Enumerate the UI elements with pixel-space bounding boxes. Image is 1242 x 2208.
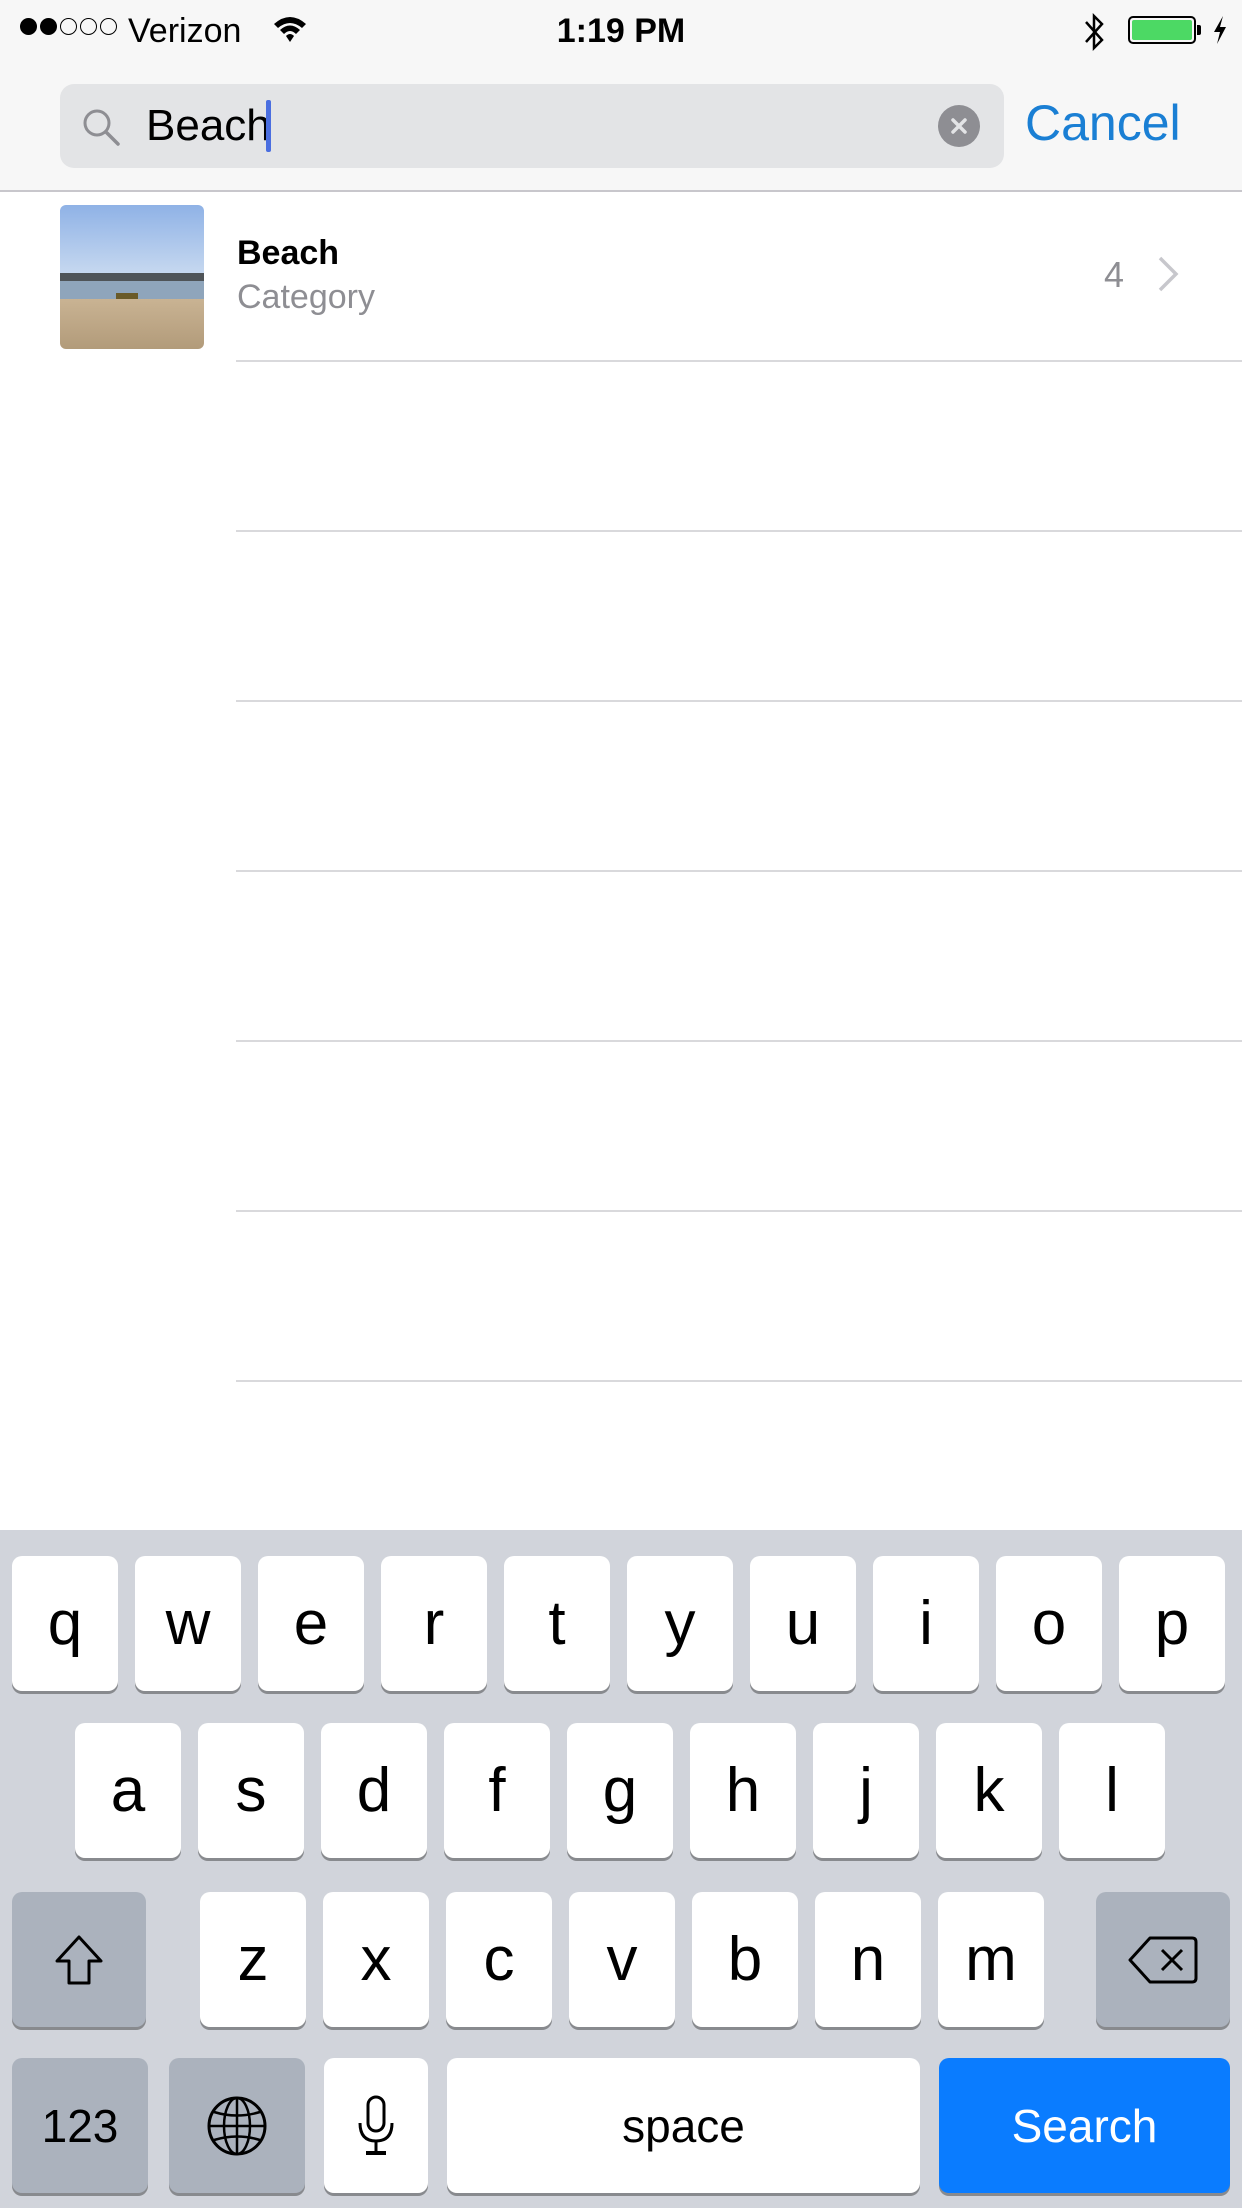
result-subtitle: Category (237, 278, 375, 316)
dictation-key[interactable] (324, 2058, 428, 2193)
empty-row (0, 362, 1242, 532)
numbers-key[interactable]: 123 (12, 2058, 148, 2193)
search-input[interactable] (146, 98, 721, 154)
beach-photo-thumbnail (60, 205, 204, 349)
search-results-list: Beach Category 4 (0, 192, 1242, 1382)
key-w[interactable]: w (135, 1556, 241, 1691)
key-f[interactable]: f (444, 1723, 550, 1858)
shift-key[interactable] (12, 1892, 146, 2027)
keyboard: 123 space Search qwertyuiop asdfghjkl zxcv… (0, 1530, 1242, 2208)
search-icon (83, 109, 120, 146)
key-b[interactable]: b (692, 1892, 798, 2027)
key-o[interactable]: o (996, 1556, 1102, 1691)
key-r[interactable]: r (381, 1556, 487, 1691)
space-key[interactable]: space (447, 2058, 920, 2193)
key-y[interactable]: y (627, 1556, 733, 1691)
key-c[interactable]: c (446, 1892, 552, 2027)
status-bar: Verizon 1:19 PM (0, 0, 1242, 62)
clock: 1:19 PM (556, 12, 686, 50)
key-d[interactable]: d (321, 1723, 427, 1858)
key-n[interactable]: n (815, 1892, 921, 2027)
battery-tip (1197, 25, 1201, 35)
battery-icon (1128, 16, 1196, 44)
key-x[interactable]: x (323, 1892, 429, 2027)
key-v[interactable]: v (569, 1892, 675, 2027)
shift-icon (55, 1935, 103, 1984)
key-p[interactable]: p (1119, 1556, 1225, 1691)
key-l[interactable]: l (1059, 1723, 1165, 1858)
key-u[interactable]: u (750, 1556, 856, 1691)
key-z[interactable]: z (200, 1892, 306, 2027)
result-title: Beach (237, 234, 340, 272)
key-g[interactable]: g (567, 1723, 673, 1858)
key-e[interactable]: e (258, 1556, 364, 1691)
text-caret (266, 100, 271, 152)
globe-key[interactable] (169, 2058, 305, 2193)
charging-bolt-icon (1214, 16, 1226, 44)
bluetooth-icon (1085, 12, 1104, 52)
chevron-right-icon (1158, 256, 1179, 292)
empty-row (0, 872, 1242, 1042)
key-s[interactable]: s (198, 1723, 304, 1858)
microphone-icon (358, 2095, 394, 2155)
row-divider (236, 1380, 1242, 1382)
search-field[interactable] (60, 84, 1004, 168)
search-bar: Cancel (0, 62, 1242, 192)
key-t[interactable]: t (504, 1556, 610, 1691)
search-key[interactable]: Search (939, 2058, 1230, 2193)
empty-row (0, 1212, 1242, 1382)
empty-row (0, 1042, 1242, 1212)
cancel-button[interactable]: Cancel (1025, 94, 1181, 152)
clear-icon (951, 118, 967, 134)
key-q[interactable]: q (12, 1556, 118, 1691)
result-count: 4 (1104, 254, 1125, 295)
key-a[interactable]: a (75, 1723, 181, 1858)
key-j[interactable]: j (813, 1723, 919, 1858)
key-k[interactable]: k (936, 1723, 1042, 1858)
key-i[interactable]: i (873, 1556, 979, 1691)
empty-row (0, 702, 1242, 872)
backspace-icon (1128, 1936, 1198, 1983)
clear-text-button[interactable] (938, 105, 980, 147)
delete-key[interactable] (1096, 1892, 1230, 2027)
globe-icon (207, 2096, 267, 2155)
key-h[interactable]: h (690, 1723, 796, 1858)
empty-row (0, 532, 1242, 702)
key-m[interactable]: m (938, 1892, 1044, 2027)
result-row[interactable]: Beach Category 4 (0, 192, 1242, 362)
